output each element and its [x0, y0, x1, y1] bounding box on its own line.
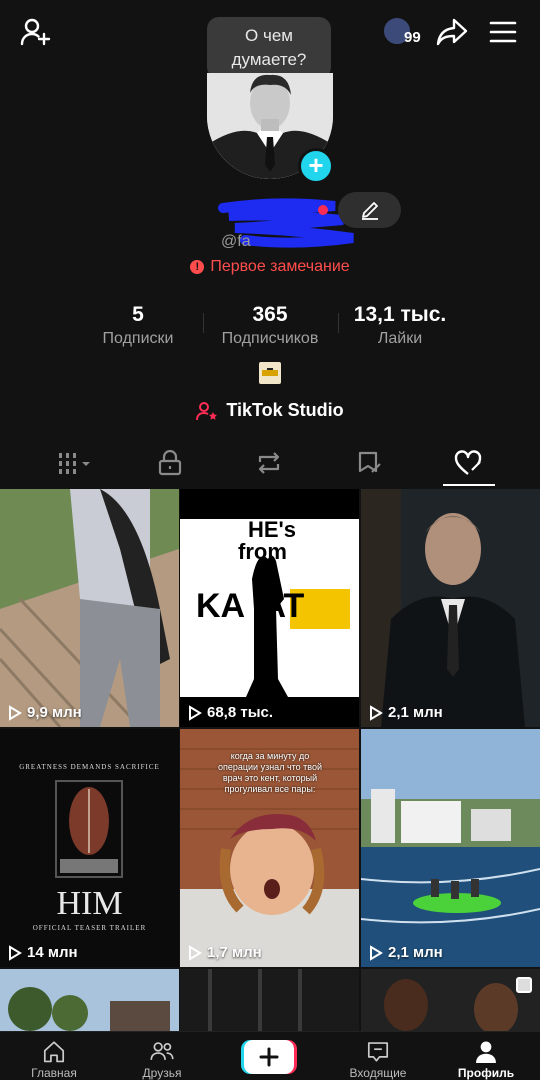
video-thumbnail: [361, 969, 540, 1031]
stat-followers[interactable]: 365 Подписчиков: [205, 302, 335, 350]
tab-favorites[interactable]: [316, 440, 424, 486]
play-icon: [9, 704, 22, 721]
stat-likes-label: Лайки: [377, 330, 423, 347]
grid-icon: [59, 453, 90, 474]
play-icon: [189, 704, 202, 721]
tab-active-indicator: [443, 484, 495, 486]
overlay-caption: когда за минуту до операции узнал что тв…: [217, 751, 322, 794]
view-count-text: 68,8 тыс.: [207, 704, 274, 721]
play-icon: [9, 944, 22, 961]
overlay-title-line2: from: [238, 539, 287, 564]
tab-videos[interactable]: [21, 440, 129, 486]
nav-label: Входящие: [349, 1066, 407, 1080]
stat-divider: [338, 313, 339, 333]
share-icon[interactable]: [434, 14, 470, 50]
view-count-text: 2,1 млн: [388, 944, 443, 961]
poster-title: HIM: [56, 885, 123, 922]
view-count-text: 14 млн: [27, 944, 78, 961]
video-thumbnail: [0, 969, 179, 1031]
nav-label: Профиль: [457, 1066, 515, 1080]
video-thumbnail: [180, 969, 359, 1031]
notification-count: 99: [404, 29, 421, 46]
favorites-icon: [358, 451, 381, 473]
stat-following-label: Подписки: [102, 330, 174, 347]
stat-following-value: 5: [132, 303, 144, 326]
nav-profile[interactable]: Профиль: [432, 1032, 540, 1080]
view-count: 2,1 млн: [369, 704, 443, 721]
video-tile[interactable]: HE's from KA AT 68,8 тыс.: [180, 489, 359, 727]
studio-person-icon: [196, 401, 218, 420]
username: @fa: [221, 233, 251, 250]
view-count-text: 2,1 млн: [388, 704, 443, 721]
warning-text: Первое замечание: [210, 258, 350, 275]
edit-name-button[interactable]: [338, 192, 401, 228]
video-thumbnail: [361, 729, 540, 967]
tiktok-studio-link[interactable]: TikTok Studio: [0, 400, 540, 421]
play-icon: [370, 944, 383, 961]
poster-subtitle: OFFICIAL TEASER TRAILER: [32, 924, 147, 932]
bio-emoji: [259, 362, 281, 384]
nav-inbox[interactable]: Входящие: [324, 1032, 432, 1080]
add-story-button[interactable]: +: [298, 148, 334, 184]
play-icon: [189, 944, 202, 961]
stat-followers-value: 365: [252, 303, 288, 326]
stat-followers-label: Подписчиков: [221, 330, 319, 347]
tab-liked[interactable]: [415, 440, 523, 486]
view-count: 14 млн: [8, 944, 78, 961]
view-count: 9,9 млн: [8, 704, 82, 721]
video-tile[interactable]: 2,1 млн: [361, 729, 540, 967]
create-icon: [241, 1040, 297, 1074]
liked-icon: [454, 450, 482, 475]
warning-icon: !: [190, 260, 205, 274]
video-tile[interactable]: 9,9 млн: [0, 489, 179, 727]
nav-label: Главная: [31, 1066, 77, 1080]
create-button[interactable]: [241, 1040, 297, 1074]
nav-friends[interactable]: Друзья: [108, 1032, 216, 1080]
friends-icon: [150, 1042, 174, 1060]
studio-label: TikTok Studio: [226, 400, 344, 420]
video-tile[interactable]: 2,1 млн: [361, 489, 540, 727]
add-friend-icon[interactable]: [18, 14, 54, 50]
stat-divider: [203, 313, 204, 333]
video-thumbnail: [361, 489, 540, 727]
overlay-title-line3: KA AT: [196, 587, 305, 625]
video-tile[interactable]: [0, 969, 179, 1031]
warning-notice[interactable]: ! Первое замечание: [0, 258, 540, 276]
video-tile[interactable]: GREATNESS DEMANDS SACRIFICE HIM OFFICIAL…: [0, 729, 179, 967]
nav-label: Друзья: [142, 1066, 182, 1080]
view-count-text: 1,7 млн: [207, 944, 262, 961]
home-icon: [43, 1041, 65, 1063]
view-count-text: 9,9 млн: [27, 704, 82, 721]
tab-private[interactable]: [116, 440, 224, 486]
stat-likes-value: 13,1 тыс.: [353, 303, 447, 326]
poster-tagline: GREATNESS DEMANDS SACRIFICE: [19, 763, 160, 771]
repost-icon: [258, 452, 280, 474]
tab-reposts[interactable]: [215, 440, 323, 486]
menu-icon[interactable]: [485, 14, 521, 50]
view-count: 2,1 млн: [369, 944, 443, 961]
video-tile[interactable]: [361, 969, 540, 1031]
video-tile[interactable]: [180, 969, 359, 1031]
stat-likes[interactable]: 13,1 тыс. Лайки: [345, 302, 455, 350]
play-icon: [370, 704, 383, 721]
stat-following[interactable]: 5 Подписки: [88, 302, 188, 350]
view-count: 68,8 тыс.: [188, 704, 273, 721]
pencil-icon: [361, 202, 378, 220]
profile-tabs: [0, 440, 540, 486]
thought-bubble[interactable]: О чем думаете?: [207, 17, 331, 79]
multi-photo-icon: [516, 977, 532, 993]
bottom-nav: Главная Друзья Входящие Профиль: [0, 1031, 540, 1080]
profile-icon: [476, 1041, 496, 1063]
inbox-icon: [367, 1042, 389, 1062]
video-tile[interactable]: когда за минуту до операции узнал что тв…: [180, 729, 359, 967]
lock-icon: [158, 450, 182, 476]
nav-home[interactable]: Главная: [0, 1032, 108, 1080]
view-count: 1,7 млн: [188, 944, 262, 961]
video-thumbnail: [0, 489, 179, 727]
